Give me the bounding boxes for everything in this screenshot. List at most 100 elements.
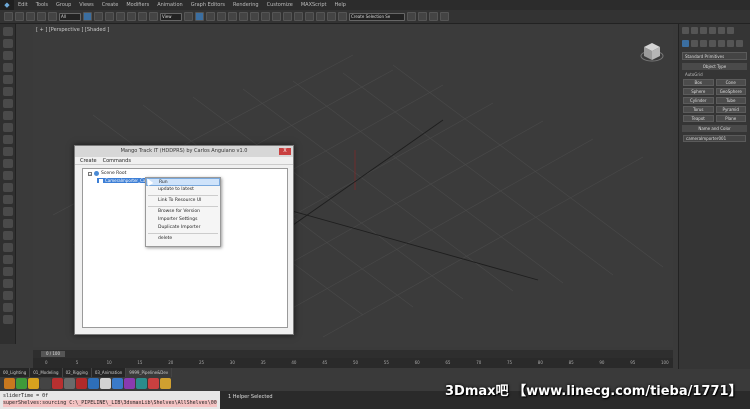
curve-editor-icon[interactable] — [316, 12, 325, 21]
left-tool-icon[interactable] — [3, 255, 13, 264]
menu-item-link-resource-ui[interactable]: Link To Resource UI — [146, 197, 220, 205]
torus-button[interactable]: Torus — [683, 106, 714, 113]
collapse-icon[interactable]: − — [88, 171, 92, 176]
shelf-tool-icon[interactable] — [160, 378, 171, 389]
render-icon[interactable] — [429, 12, 438, 21]
dialog-menu-commands[interactable]: Commands — [103, 157, 131, 164]
layer-icon[interactable] — [294, 12, 303, 21]
viewport-label[interactable]: [ + ] [Perspective ] [Shaded ] — [36, 27, 109, 33]
left-tool-icon[interactable] — [3, 51, 13, 60]
shelf-tool-icon[interactable] — [40, 378, 51, 389]
render-setup-icon[interactable] — [407, 12, 416, 21]
edit-named-sel-icon[interactable] — [261, 12, 270, 21]
left-tool-icon[interactable] — [3, 27, 13, 36]
viewcube-icon[interactable] — [639, 39, 665, 65]
dialog-menu-create[interactable]: Create — [80, 157, 97, 164]
move-icon[interactable] — [127, 12, 136, 21]
percent-snap-icon[interactable] — [239, 12, 248, 21]
menu-group[interactable]: Group — [52, 2, 75, 8]
spacewarps-icon[interactable] — [727, 40, 734, 47]
shelf-tool-icon[interactable] — [124, 378, 135, 389]
left-tool-icon[interactable] — [3, 243, 13, 252]
left-tool-icon[interactable] — [3, 147, 13, 156]
object-name-field[interactable]: cameraImporter001 — [683, 135, 746, 142]
left-tool-icon[interactable] — [3, 171, 13, 180]
lights-icon[interactable] — [700, 40, 707, 47]
name-color-rollout[interactable]: Name and Color — [682, 125, 747, 132]
menu-item-duplicate-importer[interactable]: Duplicate Importer — [146, 224, 220, 232]
menu-modifiers[interactable]: Modifiers — [122, 2, 153, 8]
shapes-icon[interactable] — [691, 40, 698, 47]
autogrid-checkbox[interactable]: AutoGrid — [685, 72, 744, 77]
cylinder-button[interactable]: Cylinder — [683, 97, 714, 104]
systems-icon[interactable] — [736, 40, 743, 47]
motion-tab-icon[interactable] — [709, 27, 716, 34]
ref-coord-dropdown[interactable]: View — [160, 12, 182, 21]
utilities-tab-icon[interactable] — [727, 27, 734, 34]
menu-graph-editors[interactable]: Graph Editors — [187, 2, 229, 8]
menu-item-importer-settings[interactable]: Importer Settings — [146, 216, 220, 224]
menu-rendering[interactable]: Rendering — [229, 2, 263, 8]
app-logo-icon[interactable]: ◆ — [0, 0, 14, 10]
menu-customize[interactable]: Customize — [263, 2, 297, 8]
left-tool-icon[interactable] — [3, 231, 13, 240]
unlink-icon[interactable] — [37, 12, 46, 21]
object-type-rollout[interactable]: Object Type — [682, 63, 747, 70]
dialog-titlebar[interactable]: Mango Track IT (HDDPRS) by Carlos Anguia… — [75, 146, 293, 157]
spinner-snap-icon[interactable] — [250, 12, 259, 21]
keyboard-shortcut-icon[interactable] — [206, 12, 215, 21]
mirror-icon[interactable] — [272, 12, 281, 21]
display-tab-icon[interactable] — [718, 27, 725, 34]
timeline-ruler[interactable]: 0 5 10 15 20 25 30 35 40 45 50 55 60 65 70 75 80 85 90 95 10… — [33, 358, 673, 368]
left-tool-icon[interactable] — [3, 87, 13, 96]
geometry-icon[interactable] — [682, 40, 689, 47]
snap-icon[interactable] — [217, 12, 226, 21]
shelf-tool-icon[interactable] — [148, 378, 159, 389]
time-slider-track[interactable]: 0 / 100 — [33, 350, 673, 358]
pivot-icon[interactable] — [184, 12, 193, 21]
named-selection-dropdown[interactable]: Create Selection Se — [349, 12, 405, 21]
shelf-tool-icon[interactable] — [64, 378, 75, 389]
box-button[interactable]: Box — [683, 79, 714, 86]
schematic-icon[interactable] — [327, 12, 336, 21]
left-tool-icon[interactable] — [3, 267, 13, 276]
menu-views[interactable]: Views — [75, 2, 97, 8]
plane-button[interactable]: Plane — [715, 115, 746, 122]
tab-animation[interactable]: 03_Animation — [92, 368, 127, 377]
close-button[interactable]: X — [279, 148, 291, 155]
tab-rigging[interactable]: 02_Rigging — [63, 368, 92, 377]
pyramid-button[interactable]: Pyramid — [715, 106, 746, 113]
link-icon[interactable] — [26, 12, 35, 21]
helpers-icon[interactable] — [718, 40, 725, 47]
menu-tools[interactable]: Tools — [32, 2, 52, 8]
tab-pipeline-dev[interactable]: 9999_Pipeline&Dev — [126, 368, 173, 377]
align-icon[interactable] — [283, 12, 292, 21]
create-tab-icon[interactable] — [682, 27, 689, 34]
menu-item-run[interactable]: Run — [146, 178, 220, 186]
menu-maxscript[interactable]: MAXScript — [297, 2, 331, 8]
window-crossing-icon[interactable] — [116, 12, 125, 21]
render-iterative-icon[interactable] — [440, 12, 449, 21]
left-tool-icon[interactable] — [3, 279, 13, 288]
ribbon-icon[interactable] — [305, 12, 314, 21]
shelf-tool-icon[interactable] — [28, 378, 39, 389]
menu-item-delete[interactable]: delete — [146, 235, 220, 243]
tree-node-root[interactable]: − Scene Root — [88, 171, 126, 176]
shelf-tool-icon[interactable] — [52, 378, 63, 389]
left-tool-icon[interactable] — [3, 123, 13, 132]
shelf-tool-icon[interactable] — [136, 378, 147, 389]
shelf-tool-icon[interactable] — [100, 378, 111, 389]
material-editor-icon[interactable] — [338, 12, 347, 21]
sphere-button[interactable]: Sphere — [683, 88, 714, 95]
menu-edit[interactable]: Edit — [14, 2, 32, 8]
menu-create[interactable]: Create — [98, 2, 123, 8]
render-frame-icon[interactable] — [418, 12, 427, 21]
menu-item-update-to-latest[interactable]: update to latest — [146, 186, 220, 194]
left-tool-icon[interactable] — [3, 315, 13, 324]
bind-icon[interactable] — [48, 12, 57, 21]
scale-icon[interactable] — [149, 12, 158, 21]
primitive-category-dropdown[interactable]: Standard Primitives — [682, 52, 747, 60]
shelf-tool-icon[interactable] — [4, 378, 15, 389]
left-tool-icon[interactable] — [3, 219, 13, 228]
left-tool-icon[interactable] — [3, 207, 13, 216]
